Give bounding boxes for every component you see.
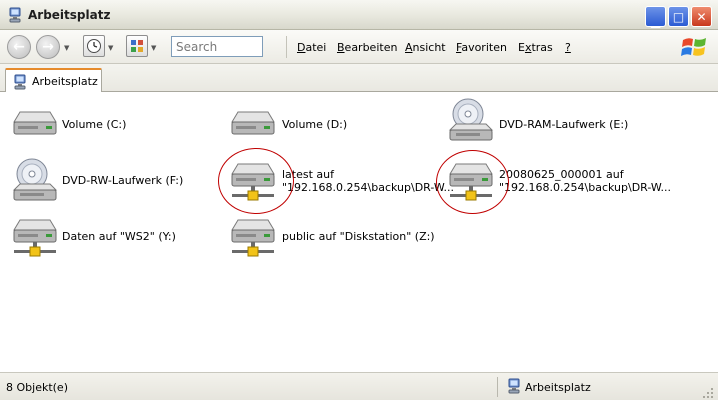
views-menu-arrow-icon[interactable]: ▼ bbox=[151, 44, 156, 52]
drive-item-c[interactable]: Volume (C:) bbox=[10, 104, 220, 154]
drive-label: Volume (D:) bbox=[282, 118, 348, 131]
views-icon bbox=[131, 40, 143, 52]
network-drive-icon bbox=[231, 163, 275, 201]
history-menu-arrow-icon[interactable]: ▼ bbox=[108, 44, 113, 52]
network-drive-item-z[interactable]: public auf "Diskstation" (Z:) bbox=[228, 216, 438, 266]
dvd-drive-icon bbox=[12, 158, 58, 201]
drive-label: Volume (C:) bbox=[62, 118, 127, 131]
history-dropdown-icon[interactable]: ▼ bbox=[64, 44, 69, 52]
menu-favoriten[interactable]: Favoriten bbox=[456, 41, 507, 54]
clock-icon bbox=[87, 39, 101, 53]
title-bar[interactable]: Arbeitsplatz ▁ □ ✕ bbox=[0, 0, 718, 30]
search-input[interactable] bbox=[171, 36, 263, 57]
computer-icon bbox=[9, 7, 21, 23]
object-count: 8 Objekt(e) bbox=[6, 381, 68, 394]
dvd-drive-icon bbox=[448, 98, 494, 141]
drive-label: Daten auf "WS2" (Y:) bbox=[62, 230, 176, 243]
computer-icon bbox=[14, 74, 26, 90]
menu-datei[interactable]: Datei bbox=[297, 41, 326, 54]
forward-button[interactable]: → bbox=[36, 35, 60, 59]
drive-label-line2: "192.168.0.254\backup\DR-W... bbox=[499, 181, 671, 194]
network-drive-icon bbox=[231, 219, 275, 257]
close-button[interactable]: ✕ bbox=[691, 6, 712, 27]
toolbar-separator bbox=[286, 36, 287, 58]
file-list: Volume (C:) Volume (D:) DVD-RAM-Laufwerk… bbox=[0, 92, 718, 372]
network-drive-item-y[interactable]: Daten auf "WS2" (Y:) bbox=[10, 216, 220, 266]
resize-grip-icon[interactable] bbox=[702, 387, 714, 399]
drive-item-f[interactable]: DVD-RW-Laufwerk (F:) bbox=[10, 156, 220, 206]
drive-label: public auf "Diskstation" (Z:) bbox=[282, 230, 435, 243]
status-bar: 8 Objekt(e) Arbeitsplatz bbox=[0, 372, 718, 400]
drive-label: DVD-RAM-Laufwerk (E:) bbox=[499, 118, 629, 131]
maximize-button[interactable]: □ bbox=[668, 6, 689, 27]
menu-extras[interactable]: Extras bbox=[518, 41, 553, 54]
tab-strip: Arbeitsplatz bbox=[0, 64, 718, 93]
drive-label: DVD-RW-Laufwerk (F:) bbox=[62, 174, 184, 187]
menu-bearbeiten[interactable]: Bearbeiten bbox=[337, 41, 397, 54]
close-icon: ✕ bbox=[696, 9, 707, 24]
windows-logo-icon bbox=[681, 38, 706, 56]
arrow-right-icon: → bbox=[42, 39, 54, 55]
tab-arbeitsplatz[interactable]: Arbeitsplatz bbox=[5, 68, 102, 93]
menu-help[interactable]: ? bbox=[565, 41, 571, 54]
arrow-left-icon: ← bbox=[13, 39, 25, 55]
network-drive-item-20080625[interactable]: 20080625_000001 auf "192.168.0.254\backu… bbox=[446, 160, 671, 210]
toolbar: ← → ▼ ▼ ▼ Datei Bearbeiten Ansicht Favor… bbox=[0, 30, 718, 64]
network-drive-icon bbox=[13, 219, 57, 257]
minimize-icon: ▁ bbox=[650, 13, 661, 28]
status-separator bbox=[497, 377, 498, 397]
back-button[interactable]: ← bbox=[7, 35, 31, 59]
drive-item-d[interactable]: Volume (D:) bbox=[228, 104, 438, 154]
network-drive-item-latest[interactable]: latest auf "192.168.0.254\backup\DR-W... bbox=[228, 160, 454, 210]
status-location: Arbeitsplatz bbox=[525, 381, 591, 394]
tab-label: Arbeitsplatz bbox=[32, 75, 98, 88]
views-button[interactable] bbox=[126, 35, 148, 57]
drive-label-line1: 20080625_000001 auf bbox=[499, 168, 624, 181]
drive-item-e[interactable]: DVD-RAM-Laufwerk (E:) bbox=[446, 96, 656, 146]
hard-drive-icon bbox=[231, 111, 275, 135]
network-drive-icon bbox=[449, 163, 493, 201]
window-title: Arbeitsplatz bbox=[28, 8, 111, 22]
menu-ansicht[interactable]: Ansicht bbox=[405, 41, 446, 54]
drive-label-line1: latest auf bbox=[282, 168, 335, 181]
drive-label-line2: "192.168.0.254\backup\DR-W... bbox=[282, 181, 454, 194]
history-button[interactable] bbox=[83, 35, 105, 57]
computer-icon bbox=[508, 378, 520, 394]
hard-drive-icon bbox=[13, 111, 57, 135]
maximize-icon: □ bbox=[672, 9, 685, 24]
minimize-button[interactable]: ▁ bbox=[645, 6, 666, 28]
